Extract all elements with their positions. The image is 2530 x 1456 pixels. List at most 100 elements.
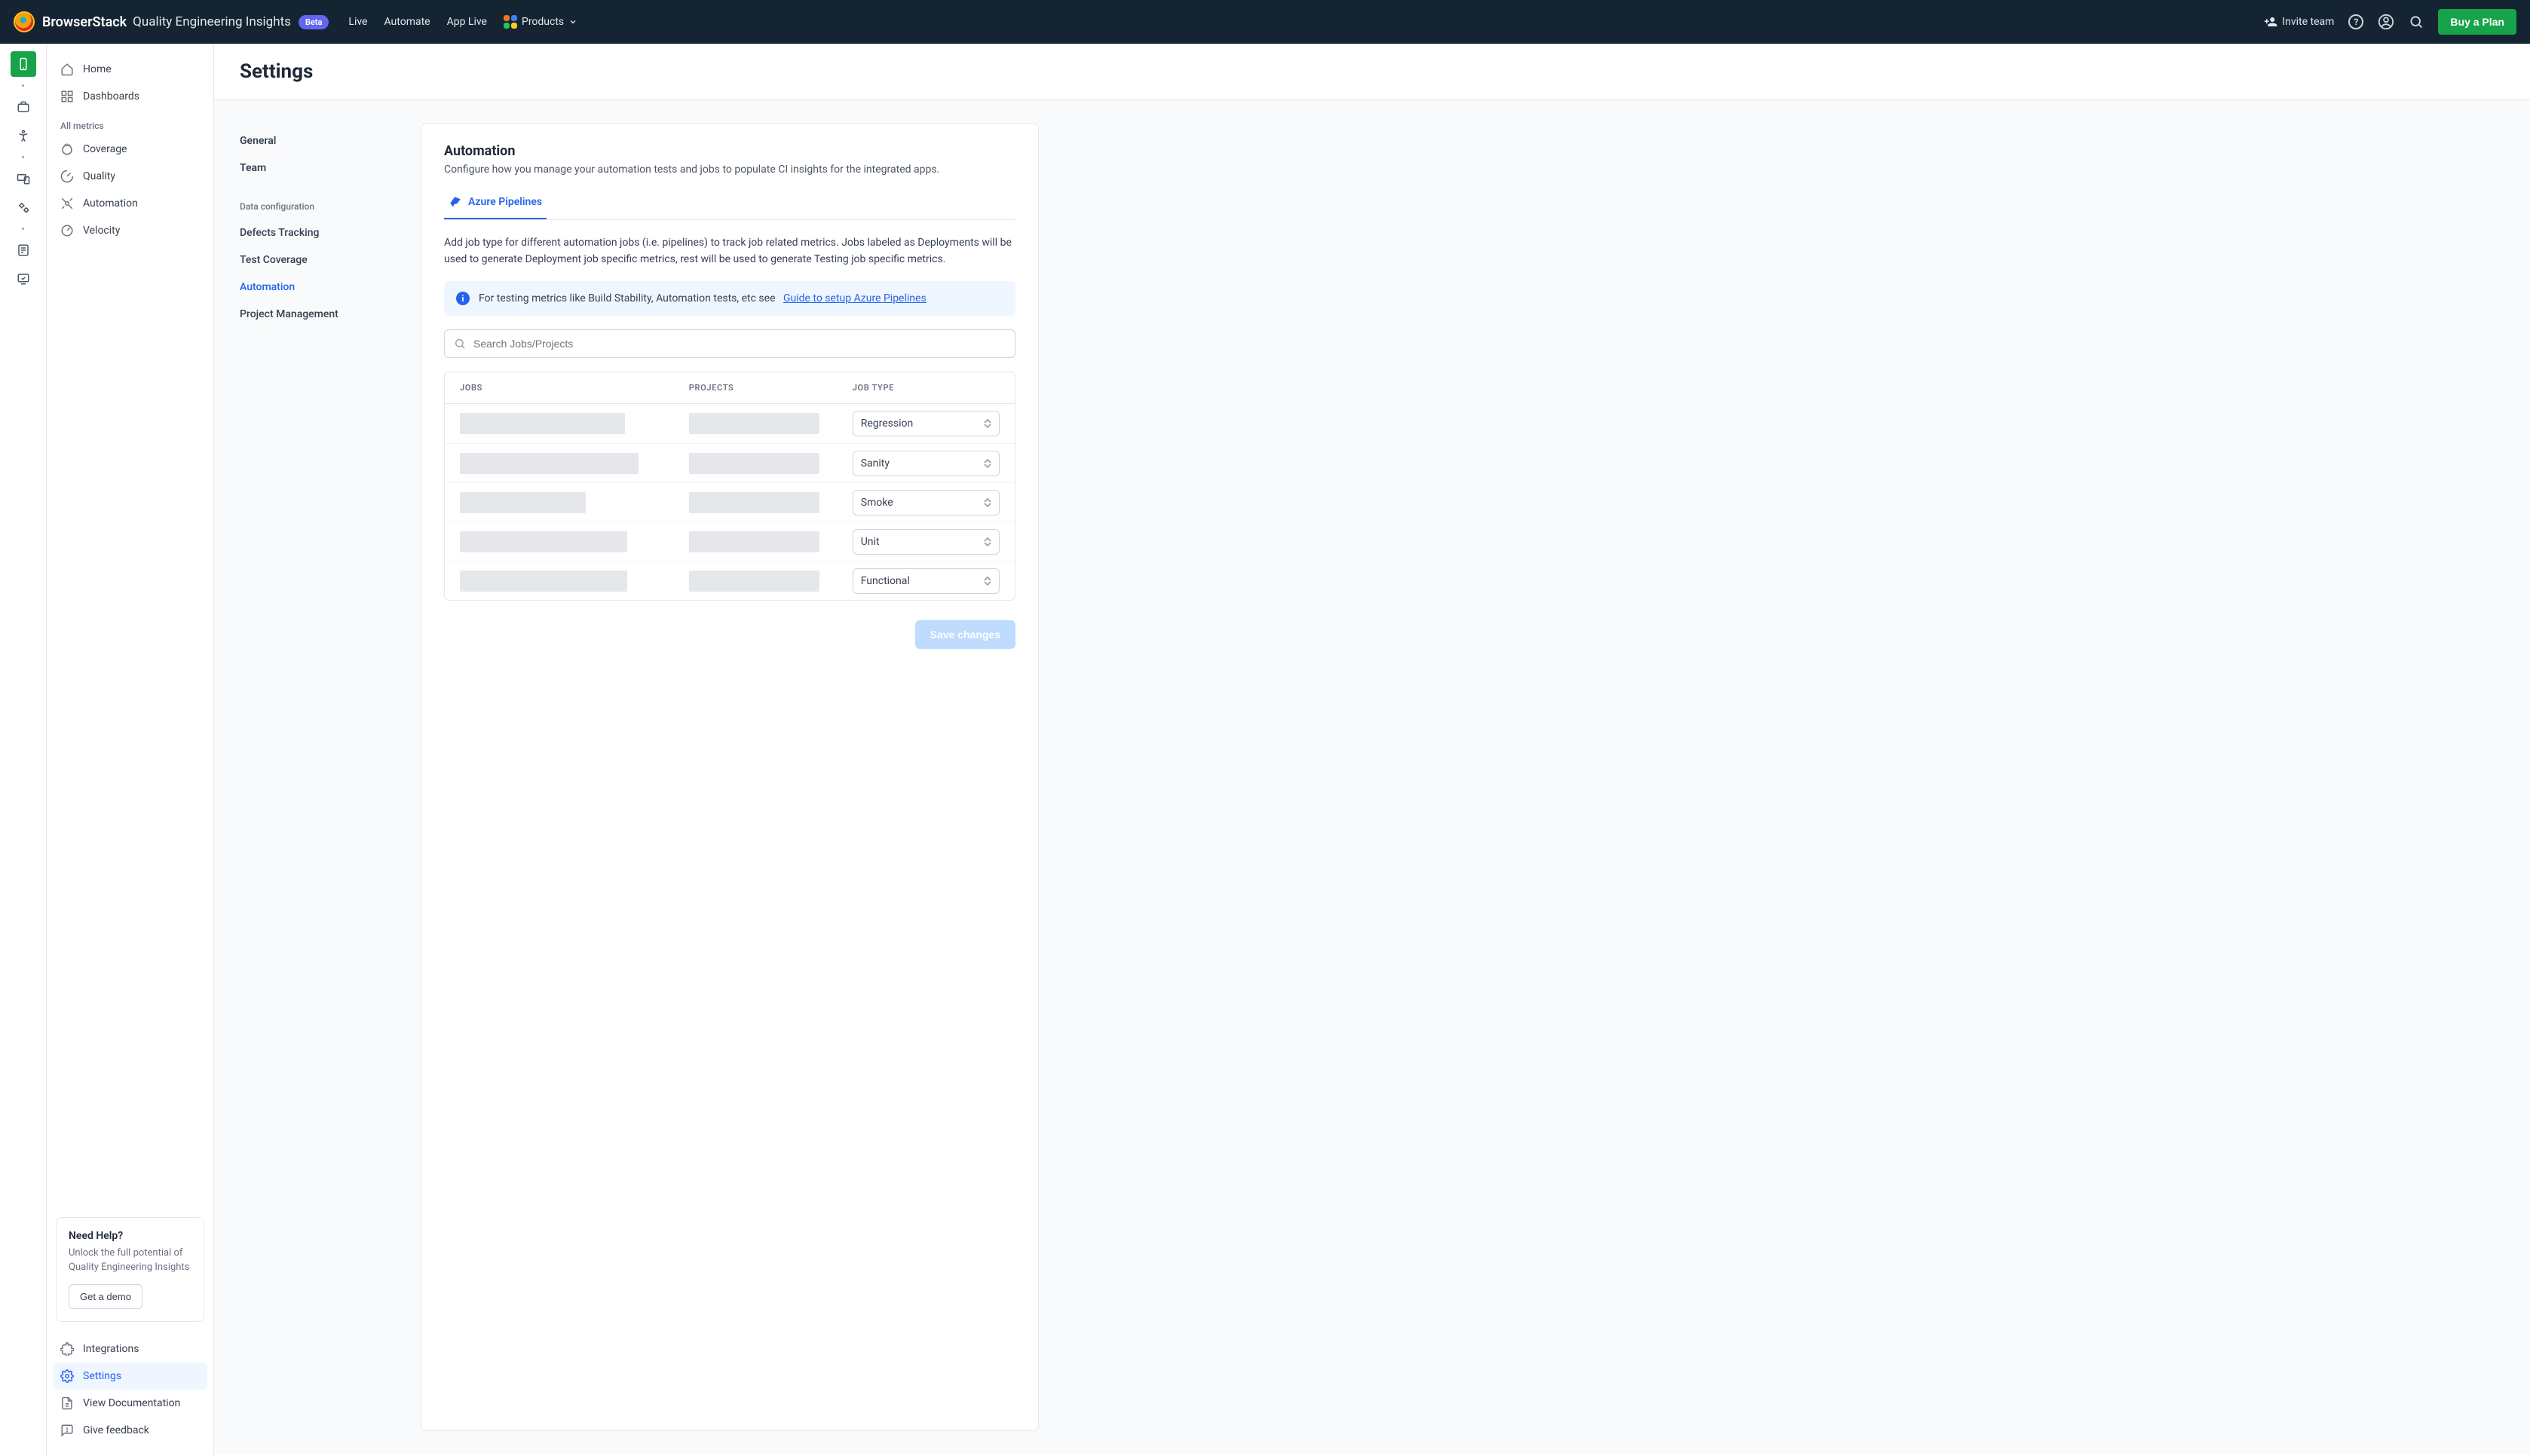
invite-team-icon (2264, 15, 2277, 29)
sidebar-item-feedback[interactable]: Give feedback (53, 1417, 207, 1444)
sheet-icon (17, 243, 30, 257)
sidebar-item-label: Integrations (83, 1343, 139, 1355)
job-type-select[interactable]: Sanity (853, 451, 1000, 476)
tab-azure-pipelines[interactable]: Azure Pipelines (444, 189, 547, 219)
help-card: Need Help? Unlock the full potential of … (56, 1217, 204, 1322)
topnav-automate[interactable]: Automate (384, 16, 430, 28)
rail-item-sheet[interactable] (11, 237, 36, 263)
document-icon (60, 1396, 74, 1410)
select-caret-icon (984, 498, 991, 507)
topnav-app-live[interactable]: App Live (447, 16, 487, 28)
sidebar-item-label: Dashboards (83, 90, 139, 102)
card-description: Add job type for different automation jo… (444, 235, 1015, 268)
top-nav: Live Automate App Live Products (348, 15, 577, 29)
select-caret-icon (984, 537, 991, 546)
settings-nav-group-label: Data configuration (240, 201, 391, 212)
table-row: Smoke (445, 482, 1015, 522)
sidebar-item-quality[interactable]: Quality (53, 163, 207, 190)
sidebar-item-docs[interactable]: View Documentation (53, 1390, 207, 1417)
browserstack-logo-icon (14, 11, 35, 32)
help-button[interactable]: ? (2348, 14, 2364, 30)
rail-item-screen[interactable] (11, 266, 36, 292)
sidebar-item-integrations[interactable]: Integrations (53, 1335, 207, 1363)
coverage-icon (60, 142, 74, 156)
project-name-skeleton (689, 492, 820, 513)
feedback-icon (60, 1424, 74, 1437)
settings-nav-test-coverage[interactable]: Test Coverage (240, 246, 391, 274)
sidebar-item-velocity[interactable]: Velocity (53, 217, 207, 244)
settings-nav-automation[interactable]: Automation (240, 274, 391, 301)
gear-icon (60, 1369, 74, 1383)
rail-item-gears[interactable] (11, 194, 36, 220)
product-rail (0, 44, 47, 1456)
col-jobs: JOBS (460, 383, 689, 393)
sidebar-item-label: Home (83, 63, 112, 75)
settings-nav-general[interactable]: General (240, 127, 391, 154)
info-banner: i For testing metrics like Build Stabili… (444, 281, 1015, 316)
job-type-select[interactable]: Smoke (853, 490, 1000, 515)
topnav-products[interactable]: Products (504, 15, 577, 29)
help-icon: ? (2348, 14, 2363, 29)
velocity-icon (60, 224, 74, 237)
job-name-skeleton (460, 453, 639, 474)
job-type-select[interactable]: Unit (853, 529, 1000, 555)
project-name-skeleton (689, 570, 820, 592)
settings-nav-project-management[interactable]: Project Management (240, 301, 391, 328)
sidebar-section-label: All metrics (53, 110, 207, 136)
top-actions: Invite team ? Buy a Plan (2264, 9, 2516, 35)
sidebar-item-label: Quality (83, 170, 115, 182)
sidebar-item-automation[interactable]: Automation (53, 190, 207, 217)
gears-icon (17, 200, 30, 214)
search-icon (2409, 14, 2424, 29)
sidebar-item-label: View Documentation (83, 1397, 180, 1409)
rail-separator (22, 84, 24, 87)
rail-separator (22, 228, 24, 230)
quality-icon (60, 170, 74, 183)
col-job-type: JOB TYPE (853, 383, 1000, 393)
main-content: Settings General Team Data configuration… (214, 44, 2530, 1456)
search-jobs-wrapper[interactable] (444, 329, 1015, 358)
invite-team-button[interactable]: Invite team (2264, 15, 2334, 29)
sidebar-item-settings[interactable]: Settings (53, 1363, 207, 1390)
page-header: Settings (214, 44, 2530, 100)
search-icon (454, 338, 466, 350)
project-name-skeleton (689, 531, 820, 552)
save-changes-button[interactable]: Save changes (915, 620, 1015, 649)
job-name-skeleton (460, 570, 627, 592)
account-button[interactable] (2378, 14, 2394, 30)
info-banner-text: For testing metrics like Build Stability… (479, 292, 776, 304)
azure-pipelines-icon (449, 195, 462, 209)
buy-plan-button[interactable]: Buy a Plan (2438, 9, 2516, 35)
automation-settings-card: Automation Configure how you manage your… (421, 123, 1039, 1431)
rail-item-accessibility[interactable] (11, 123, 36, 148)
dashboard-icon (60, 90, 74, 103)
brand-group[interactable]: BrowserStack (14, 11, 127, 32)
job-type-select[interactable]: Functional (853, 568, 1000, 594)
info-banner-link[interactable]: Guide to setup Azure Pipelines (783, 292, 927, 304)
invite-team-label: Invite team (2282, 16, 2334, 28)
rail-item-mobile[interactable] (11, 51, 36, 77)
job-type-value: Unit (861, 536, 880, 548)
select-caret-icon (984, 577, 991, 586)
topnav-products-label: Products (522, 16, 564, 28)
search-button[interactable] (2408, 14, 2424, 30)
topbar: BrowserStack Quality Engineering Insight… (0, 0, 2530, 44)
sidebar-item-coverage[interactable]: Coverage (53, 136, 207, 163)
job-type-value: Smoke (861, 497, 893, 509)
brand-name: BrowserStack (42, 14, 127, 30)
rail-item-devices[interactable] (11, 166, 36, 191)
sidebar-item-home[interactable]: Home (53, 56, 207, 83)
table-row: Functional (445, 561, 1015, 600)
info-icon: i (456, 292, 470, 305)
job-type-select[interactable]: Regression (853, 411, 1000, 436)
rail-item-dashboard[interactable] (11, 94, 36, 120)
get-demo-button[interactable]: Get a demo (69, 1284, 142, 1309)
sidebar-item-dashboards[interactable]: Dashboards (53, 83, 207, 110)
puzzle-icon (60, 1342, 74, 1356)
search-jobs-input[interactable] (466, 338, 1006, 350)
settings-nav-defects[interactable]: Defects Tracking (240, 219, 391, 246)
jobs-table-header: JOBS PROJECTS JOB TYPE (445, 372, 1015, 404)
topnav-live[interactable]: Live (348, 16, 367, 28)
sidebar-item-label: Velocity (83, 225, 120, 237)
settings-nav-team[interactable]: Team (240, 154, 391, 182)
